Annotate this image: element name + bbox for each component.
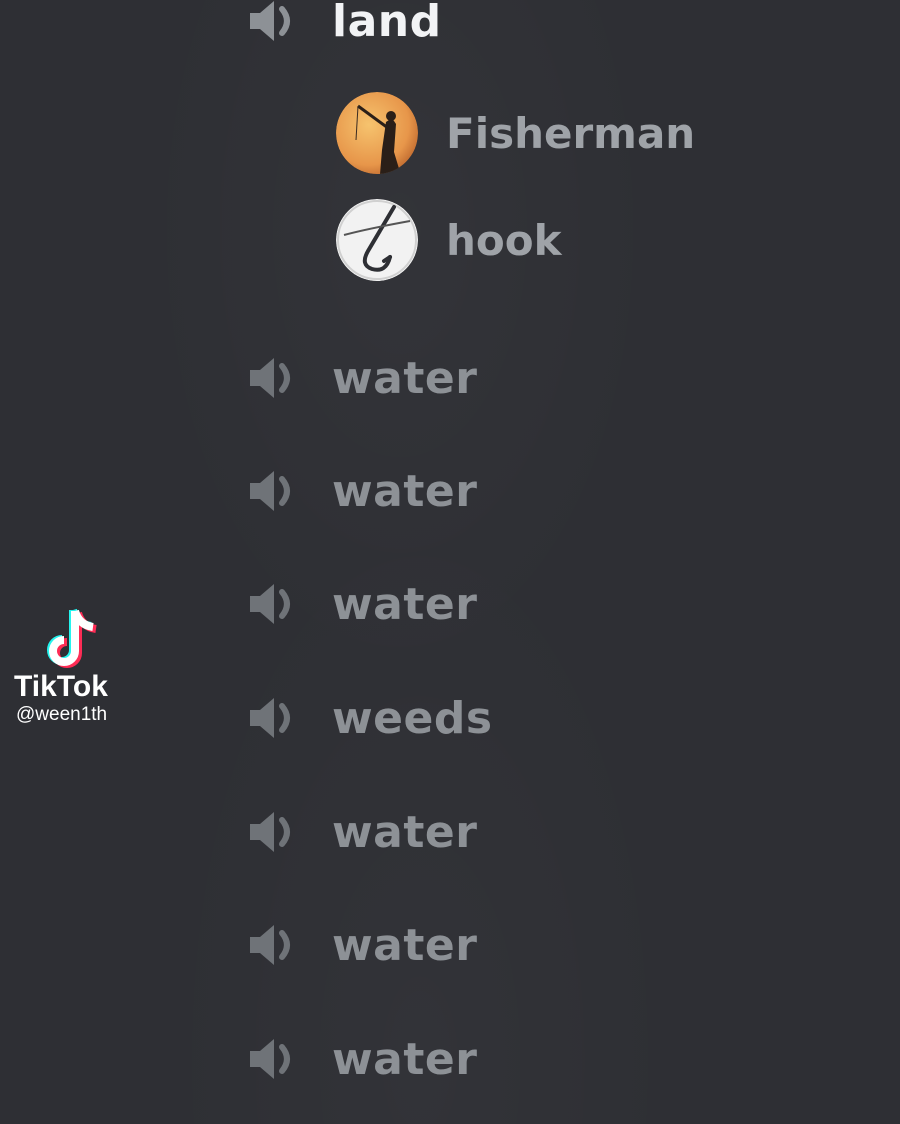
speaker-icon (246, 692, 306, 744)
speaker-icon (246, 806, 306, 858)
fisherman-avatar (336, 92, 418, 174)
user-name: hook (446, 215, 562, 265)
channel-name: water (332, 919, 478, 971)
voice-channel-weeds[interactable]: weeds (246, 683, 493, 753)
voice-channel-water[interactable]: water (246, 569, 477, 639)
speaker-icon (246, 578, 306, 630)
voice-channel-land[interactable]: land (246, 0, 442, 56)
voice-channel-water[interactable]: water (246, 797, 477, 867)
channel-name: water (332, 465, 478, 517)
voice-user-hook[interactable]: hook (336, 198, 562, 282)
tiktok-watermark: TikTok @ween1th (12, 604, 136, 726)
speaker-icon (246, 352, 306, 404)
voice-channel-list: land Fisherman hook water water water we… (0, 0, 900, 1124)
tiktok-handle: @ween1th (16, 704, 108, 725)
channel-name: land (332, 0, 442, 47)
voice-channel-water[interactable]: water (246, 910, 477, 980)
speaker-icon (246, 0, 306, 47)
channel-name: water (332, 806, 478, 858)
speaker-icon (246, 919, 306, 971)
channel-name: water (332, 352, 478, 404)
channel-name: weeds (332, 692, 493, 744)
tiktok-brand: TikTok (14, 670, 108, 703)
tiktok-note-icon (47, 608, 97, 668)
speaker-icon (246, 465, 306, 517)
user-name: Fisherman (446, 108, 696, 158)
speaker-icon (246, 1033, 306, 1085)
hook-avatar (336, 199, 418, 281)
voice-user-fisherman[interactable]: Fisherman (336, 91, 695, 175)
voice-channel-water[interactable]: water (246, 343, 477, 413)
voice-channel-water[interactable]: water (246, 456, 477, 526)
channel-name: water (332, 1033, 478, 1085)
channel-name: water (332, 578, 478, 630)
voice-channel-water[interactable]: water (246, 1024, 477, 1094)
